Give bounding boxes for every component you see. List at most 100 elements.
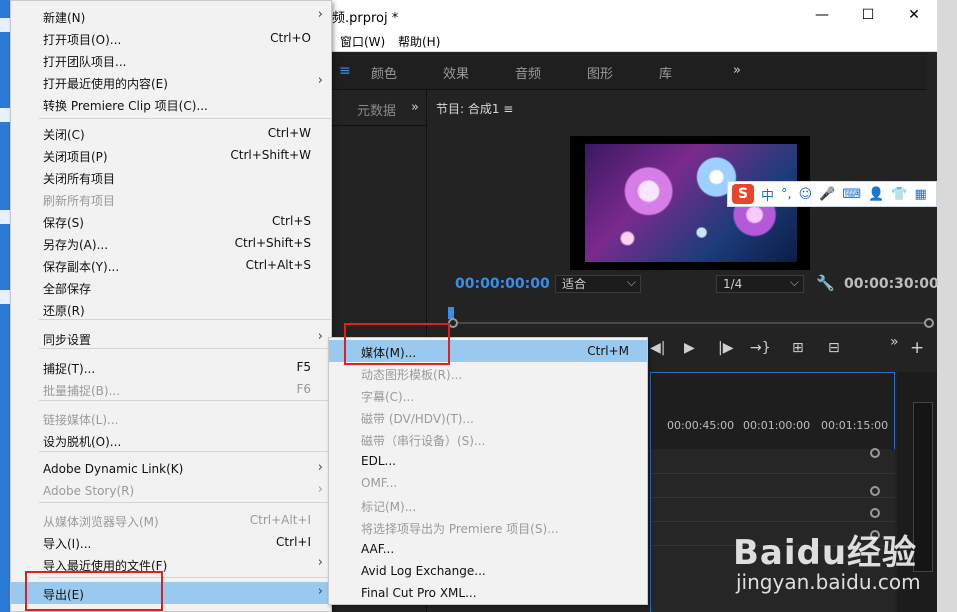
minimize-button[interactable]: — — [799, 0, 845, 30]
file-menu-item[interactable]: 打开项目(O)... Ctrl+O — [11, 27, 331, 49]
menu-item-label: Final Cut Pro XML... — [361, 586, 477, 600]
tab-metadata[interactable]: 元数据 — [357, 100, 396, 119]
export-menu-item[interactable]: 将选择项导出为 Premiere 项目(S)... — [329, 516, 647, 538]
export-menu-item[interactable]: 磁带（串行设备）(S)... — [329, 428, 647, 450]
lift-icon[interactable]: ⊞ — [792, 340, 804, 356]
file-menu-item[interactable]: 批量捕捉(B)... F6 — [11, 378, 331, 400]
desktop-icon[interactable] — [0, 210, 10, 224]
submenu-arrow-icon: › — [317, 584, 323, 599]
tab-graphics[interactable]: 图形 — [587, 63, 613, 82]
close-button[interactable]: ✕ — [891, 0, 937, 30]
maximize-button[interactable]: ☐ — [845, 0, 891, 30]
file-menu-item[interactable]: 全部保存 — [11, 276, 331, 298]
file-menu-item[interactable]: Adobe Story(R) › — [11, 480, 331, 502]
current-timecode[interactable]: 00:00:00:00 — [455, 276, 550, 292]
sogou-logo-icon[interactable]: S — [732, 184, 754, 204]
ime-toolbox-icon[interactable]: ▦ — [915, 187, 927, 202]
menu-help[interactable]: 帮助(H) — [398, 33, 440, 50]
export-menu-item[interactable]: OMF... — [329, 472, 647, 494]
menu-item-label: 导入(I)... — [43, 537, 92, 551]
menu-item-label: OMF... — [361, 476, 398, 490]
step-back-icon[interactable]: ◀| — [650, 340, 665, 356]
more-tabs-icon[interactable]: » — [733, 63, 741, 78]
scrub-bar[interactable] — [448, 322, 928, 324]
file-menu: 新建(N) › 打开项目(O)... Ctrl+O 打开团队项目... 打开最近使用的内容… — [10, 0, 332, 612]
menu-item-label: Avid Log Exchange... — [361, 564, 486, 578]
add-button-icon[interactable]: + — [910, 338, 924, 358]
file-menu-item[interactable]: 关闭(C) Ctrl+W — [11, 122, 331, 144]
workspace-menu-icon[interactable]: ≡ — [339, 63, 351, 79]
file-menu-item[interactable]: 链接媒体(L)... — [11, 407, 331, 429]
track-scroll-handle[interactable] — [870, 486, 880, 496]
wrench-icon[interactable]: 🔧 — [816, 274, 835, 292]
extract-icon[interactable]: ⊟ — [828, 340, 840, 356]
submenu-arrow-icon: › — [317, 460, 323, 475]
step-forward-icon[interactable]: |▶ — [718, 340, 733, 356]
file-menu-item[interactable]: 保存(S) Ctrl+S — [11, 210, 331, 232]
file-menu-item[interactable]: 导入(I)... Ctrl+I — [11, 531, 331, 553]
menu-item-label: 打开最近使用的内容(E) — [43, 77, 168, 91]
file-menu-item[interactable]: 刷新所有项目 — [11, 188, 331, 210]
menu-item-label: Adobe Story(R) — [43, 484, 135, 498]
desktop-icon[interactable] — [0, 108, 10, 122]
ime-user-icon[interactable]: 👤 — [868, 187, 884, 202]
ime-emoji-icon[interactable]: ☺ — [799, 187, 813, 202]
ime-voice-icon[interactable]: 🎤 — [819, 187, 835, 202]
desktop-icon[interactable] — [0, 18, 10, 32]
go-to-out-icon[interactable]: →} — [750, 340, 771, 356]
menu-item-label: AAF... — [361, 542, 395, 556]
menu-item-label: 还原(R) — [43, 304, 85, 318]
duration-timecode: 00:00:30:00 — [844, 276, 939, 292]
fit-select[interactable]: 适合 — [555, 274, 641, 293]
file-menu-item[interactable]: 同步设置 › — [11, 327, 331, 349]
file-menu-item[interactable]: 还原(R) — [11, 298, 331, 320]
program-monitor-tab[interactable]: 节目: 合成1 ≡ — [436, 100, 513, 117]
tab-library[interactable]: 库 — [659, 63, 672, 82]
file-menu-item[interactable]: 关闭所有项目 — [11, 166, 331, 188]
file-menu-item[interactable]: 从媒体浏览器导入(M) Ctrl+Alt+I — [11, 509, 331, 531]
ime-chinese-icon[interactable]: 中 — [761, 185, 774, 204]
desktop-icon[interactable] — [0, 290, 10, 304]
file-menu-item[interactable]: Adobe Dynamic Link(K) › — [11, 458, 331, 480]
menu-window[interactable]: 窗口(W) — [340, 33, 385, 50]
menu-item-shortcut: F5 — [296, 360, 311, 374]
program-monitor: 节目: 合成1 ≡ 00:00:00:00 适合 1/4 🔧 00:00:30:… — [428, 90, 939, 366]
ime-punctuation-icon[interactable]: °, — [781, 187, 792, 202]
submenu-arrow-icon: › — [317, 482, 323, 497]
export-menu-item[interactable]: Avid Log Exchange... — [329, 560, 647, 582]
tab-color[interactable]: 颜色 — [371, 63, 397, 82]
ime-skin-icon[interactable]: 👕 — [891, 187, 907, 202]
resolution-select[interactable]: 1/4 — [716, 274, 804, 293]
export-menu-item[interactable]: 标记(M)... — [329, 494, 647, 516]
tab-audio[interactable]: 音频 — [515, 63, 541, 82]
export-menu-item[interactable]: EDL... — [329, 450, 647, 472]
file-menu-item[interactable]: 打开最近使用的内容(E) › — [11, 71, 331, 93]
track-scroll-handle[interactable] — [870, 508, 880, 518]
file-menu-item[interactable]: 捕捉(T)... F5 — [11, 356, 331, 378]
export-menu-item[interactable]: 字幕(C)... — [329, 384, 647, 406]
export-menu-item[interactable]: AAF... — [329, 538, 647, 560]
file-menu-item[interactable]: 另存为(A)... Ctrl+Shift+S — [11, 232, 331, 254]
file-menu-item[interactable]: 保存副本(Y)... Ctrl+Alt+S — [11, 254, 331, 276]
play-icon[interactable]: ▶ — [684, 340, 695, 356]
more-panels-icon[interactable]: » — [411, 100, 419, 115]
file-menu-item[interactable]: 关闭项目(P) Ctrl+Shift+W — [11, 144, 331, 166]
export-menu-item[interactable]: Final Cut Pro XML... — [329, 582, 647, 604]
file-menu-item[interactable]: 新建(N) › — [11, 5, 331, 27]
file-menu-item[interactable]: 转换 Premiere Clip 项目(C)... — [11, 93, 331, 115]
file-menu-item[interactable]: 设为脱机(O)... — [11, 429, 331, 451]
menu-item-label: 打开项目(O)... — [43, 33, 122, 47]
ime-keyboard-icon[interactable]: ⌨ — [842, 187, 861, 202]
tab-effects[interactable]: 效果 — [443, 63, 469, 82]
submenu-arrow-icon: › — [317, 73, 323, 88]
export-menu-item[interactable]: 磁带 (DV/HDV)(T)... — [329, 406, 647, 428]
export-menu-item[interactable]: 动态图形模板(R)... — [329, 362, 647, 384]
ruler-label: 00:00:45:00 — [667, 419, 735, 432]
scrub-end-handle[interactable] — [924, 318, 934, 328]
track-scroll-handle[interactable] — [870, 448, 880, 458]
export-submenu: 媒体(M)... Ctrl+M 动态图形模板(R)... 字幕(C)... 磁带 (DV… — [328, 337, 648, 605]
menu-item-label: 设为脱机(O)... — [43, 435, 122, 449]
menu-separator — [39, 400, 331, 401]
more-controls-icon[interactable]: » — [890, 334, 899, 350]
file-menu-item[interactable]: 打开团队项目... — [11, 49, 331, 71]
